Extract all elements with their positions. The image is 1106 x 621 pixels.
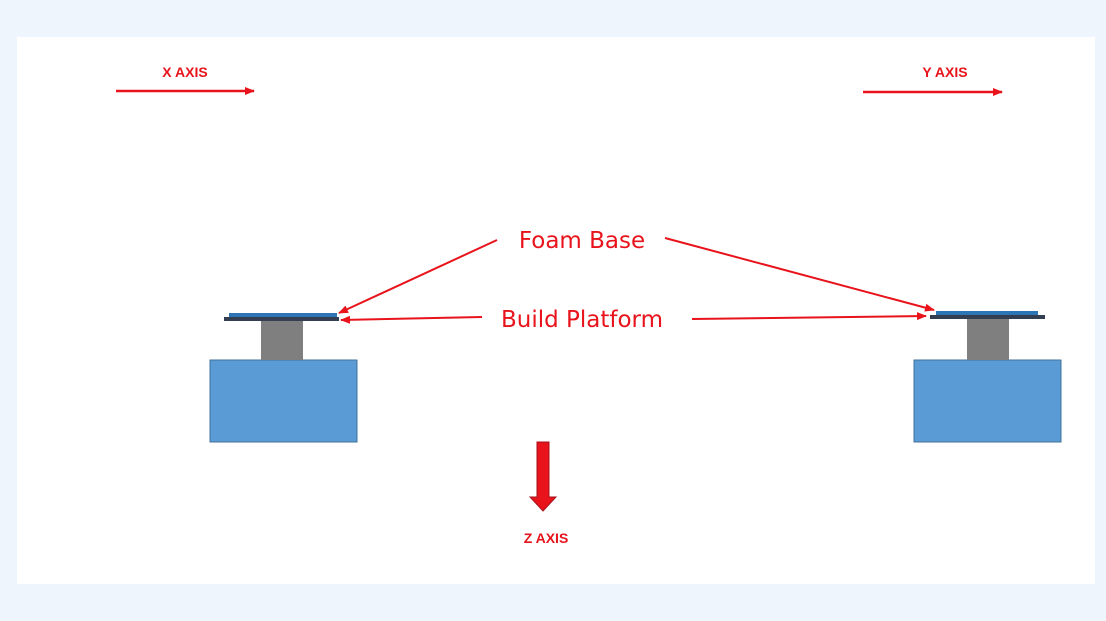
y-axis-label: Y AXIS <box>922 64 967 80</box>
build-platform-pointer-right <box>691 312 927 321</box>
left-column <box>261 320 303 360</box>
left-build-platform <box>224 317 339 321</box>
z-axis-arrow <box>528 441 558 512</box>
right-base-block <box>913 359 1062 443</box>
build-platform-label: Build Platform <box>501 307 663 333</box>
right-build-platform <box>930 315 1045 319</box>
x-axis-label: X AXIS <box>162 64 207 80</box>
z-axis-label: Z AXIS <box>524 530 569 546</box>
right-printer-assembly <box>913 311 1062 443</box>
left-base-block <box>209 359 358 443</box>
left-foam-base <box>229 313 337 317</box>
foam-base-pointer-right <box>664 237 935 312</box>
right-foam-base <box>936 311 1038 315</box>
foam-base-pointer-left <box>338 239 498 314</box>
right-column <box>967 318 1009 360</box>
diagram: X AXIS Y AXIS Foam Base Build Platform Z… <box>116 64 1062 546</box>
foam-base-label: Foam Base <box>519 228 645 254</box>
left-printer-assembly <box>209 313 358 443</box>
build-platform-pointer-left <box>340 315 483 324</box>
